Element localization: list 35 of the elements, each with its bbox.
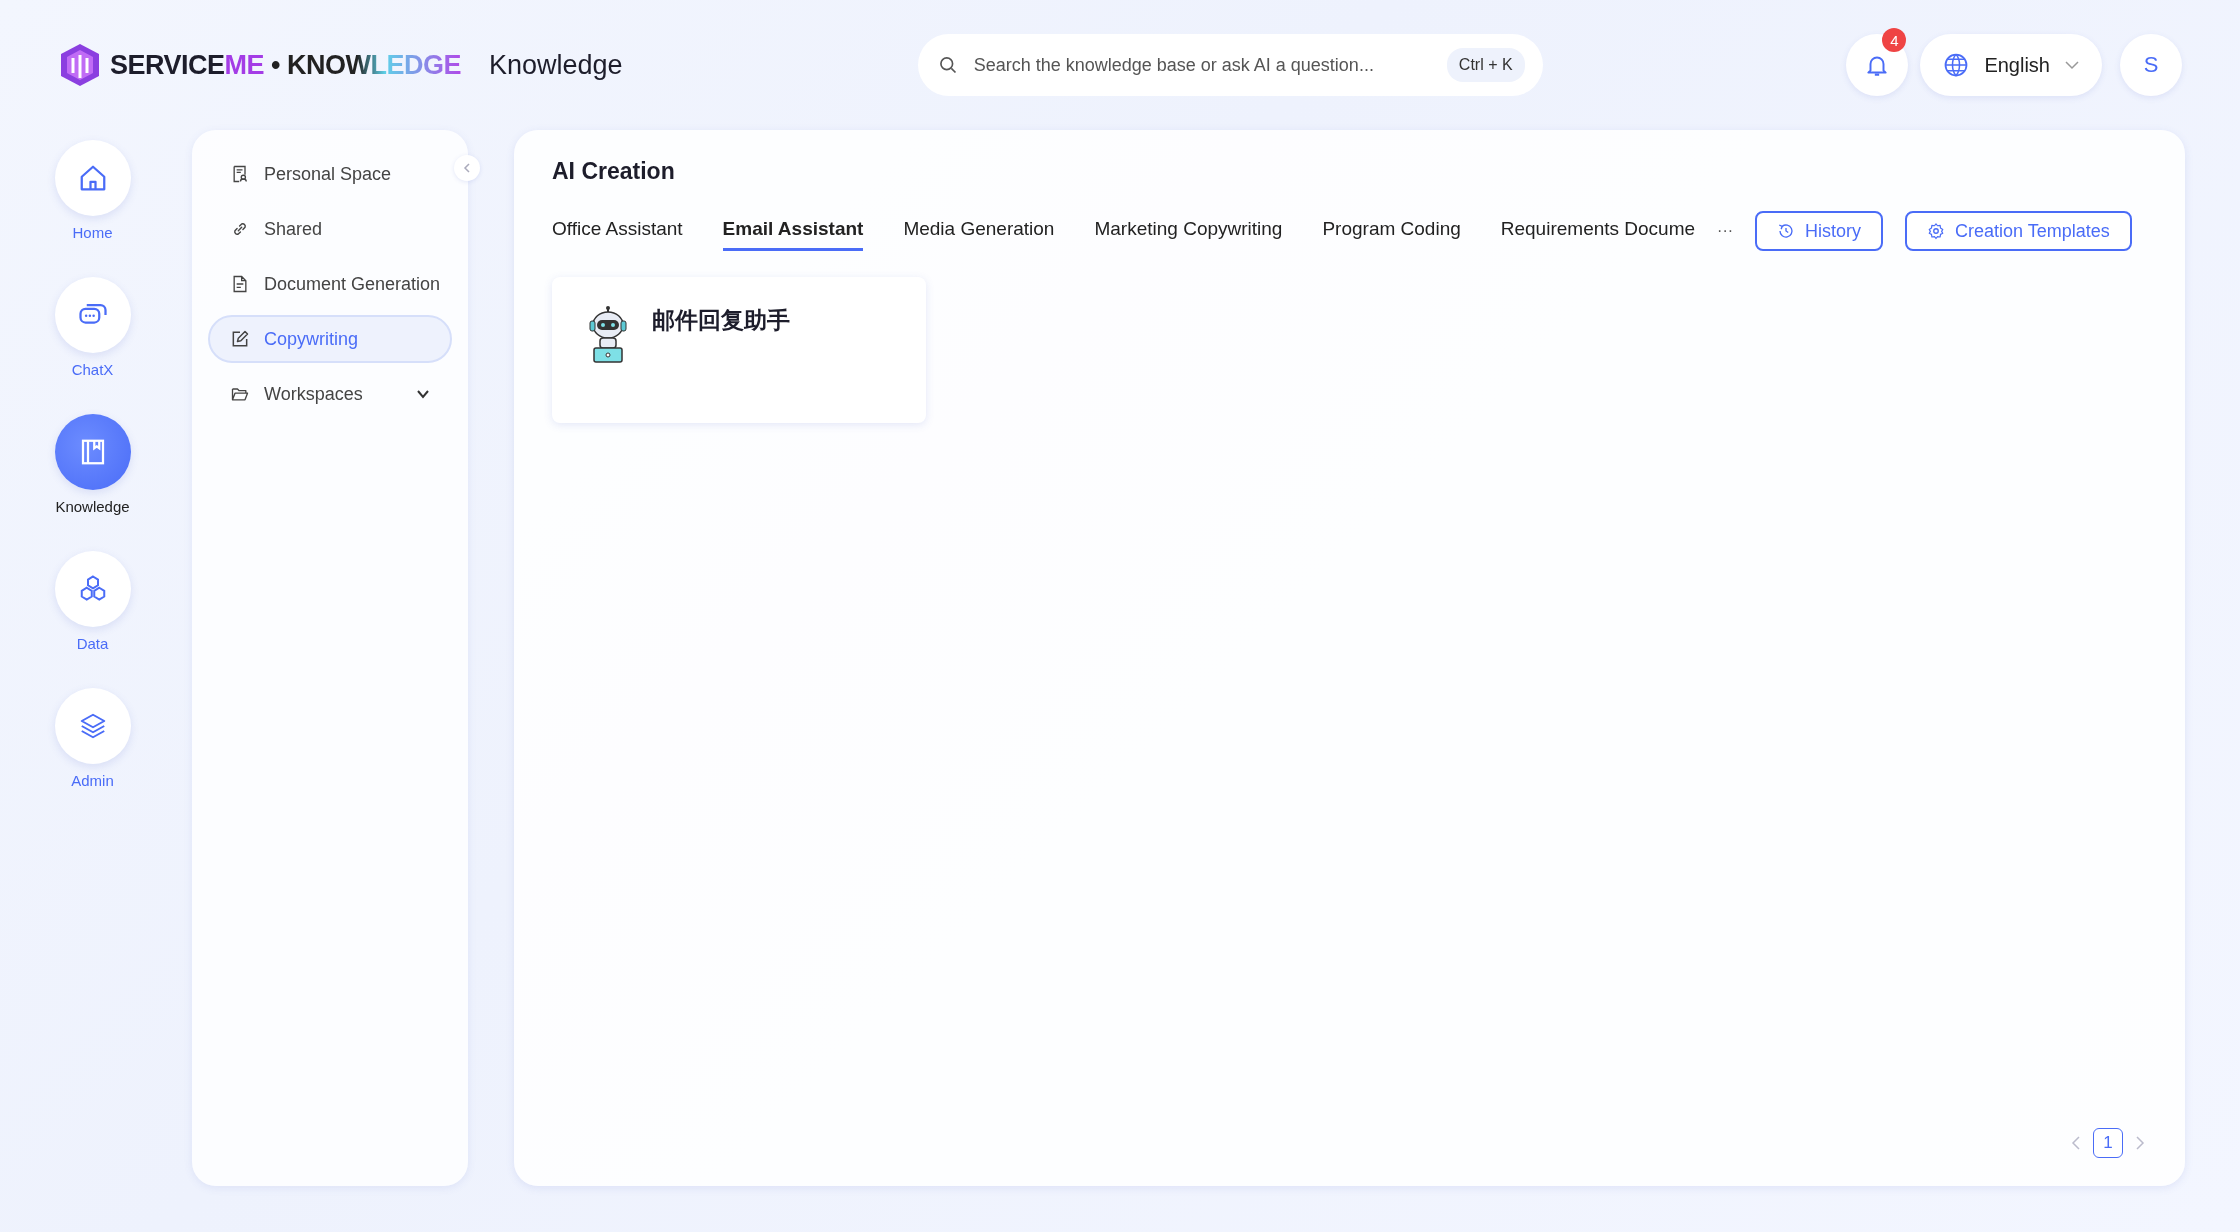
chevron-left-icon[interactable] xyxy=(2069,1135,2083,1151)
notification-count: 4 xyxy=(1882,28,1907,52)
search-input[interactable]: Search the knowledge base or ask AI a question... xyxy=(971,53,1433,77)
sidebar-item[interactable]: Copywriting xyxy=(208,315,452,363)
history-icon xyxy=(1777,222,1796,240)
sidebar-item[interactable]: Document Generation xyxy=(208,260,452,308)
category-tab[interactable]: Program Coding xyxy=(1322,211,1461,251)
robot-icon xyxy=(586,305,630,365)
category-tab[interactable]: Office Assistant xyxy=(552,211,683,251)
chevron-left-icon xyxy=(461,162,473,174)
shortcut-hint: Ctrl + K xyxy=(1446,48,1525,82)
sidebar-item[interactable]: Personal Space xyxy=(208,150,452,198)
category-tab[interactable]: Marketing Copywriting xyxy=(1094,211,1283,251)
section-title: AI Creation xyxy=(552,158,676,185)
search-field[interactable]: Search the knowledge base or ask AI a question... Ctrl + K xyxy=(917,34,1543,96)
logo-icon xyxy=(58,42,102,88)
chevron-right-icon[interactable] xyxy=(2133,1135,2147,1151)
user-avatar[interactable]: S xyxy=(2120,34,2182,96)
settings-icon xyxy=(1927,222,1946,240)
search-icon xyxy=(937,55,958,75)
page-button[interactable]: 1 xyxy=(2093,1128,2123,1158)
edit-icon xyxy=(230,329,250,349)
sidebar-item[interactable]: Shared xyxy=(208,205,452,253)
language-selector[interactable]: English xyxy=(1920,34,2102,96)
templates-button[interactable]: Creation Templates xyxy=(1905,211,2132,251)
notification-button[interactable] xyxy=(1846,34,1909,96)
history-button[interactable]: History xyxy=(1755,211,1884,251)
sidebar-item[interactable]: Workspaces xyxy=(208,370,452,418)
category-tab[interactable]: Requirements Docume xyxy=(1500,211,1696,251)
more-tabs[interactable]: ··· xyxy=(1717,222,1734,240)
page-title: Knowledge xyxy=(489,49,623,81)
collapse-button[interactable] xyxy=(454,155,480,181)
category-tab[interactable]: Email Assistant xyxy=(722,211,864,251)
category-tab[interactable]: Media Generation xyxy=(903,211,1055,251)
assistant-card[interactable]: 邮件回复助手 xyxy=(552,277,926,423)
